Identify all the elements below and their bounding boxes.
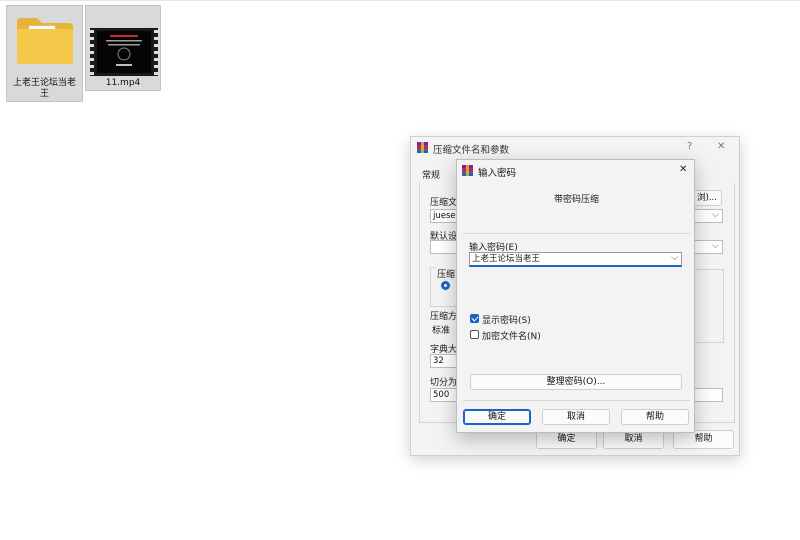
password-dialog-title: 输入密码 [478, 168, 517, 179]
password-input[interactable]: 上老王论坛当老王 ⌵ [469, 252, 682, 267]
browse-button[interactable]: 浏)... [692, 190, 722, 206]
help-glyph[interactable]: ? [687, 141, 692, 152]
format-radio[interactable] [441, 281, 450, 290]
separator-bottom [463, 400, 690, 401]
video-label: 11.mp4 [105, 78, 141, 88]
split-field-tail[interactable] [692, 388, 723, 402]
winrar-icon [462, 165, 473, 176]
chevron-down-icon: ⌵ [712, 210, 719, 220]
split-label: 切分为 [430, 378, 458, 388]
chevron-down-icon: ⌵ [712, 241, 719, 251]
desktop-video-file[interactable]: 11.mp4 [85, 5, 161, 91]
video-thumbnail-icon [90, 28, 158, 76]
show-password-label: 显示密码(S) [482, 316, 531, 326]
method-label: 压缩方 [430, 312, 458, 322]
tab-general[interactable]: 常规 [422, 168, 440, 181]
password-dialog: 输入密码 ✕ 带密码压缩 输入密码(E) 上老王论坛当老王 ⌵ 显示密码(S) … [456, 159, 695, 433]
password-heading: 带密码压缩 [553, 195, 599, 205]
desktop-folder[interactable]: 上老王论坛当老王 [6, 5, 83, 102]
organize-passwords-button[interactable]: 整理密码(O)... [470, 374, 682, 390]
top-border [0, 0, 800, 1]
back-dialog-title: 压缩文件名和参数 [433, 145, 510, 156]
method-value[interactable]: 标准 [432, 323, 450, 336]
show-password-checkbox[interactable] [470, 314, 479, 323]
folder-icon [17, 18, 73, 64]
options-group [692, 269, 724, 343]
help-button[interactable]: 帮助 [621, 409, 689, 425]
close-icon[interactable]: ✕ [679, 164, 687, 175]
encrypt-names-label: 加密文件名(N) [482, 332, 541, 342]
password-value: 上老王论坛当老王 [472, 254, 541, 264]
ok-button[interactable]: 确定 [463, 409, 531, 425]
encrypt-names-checkbox[interactable] [470, 330, 479, 339]
separator-top [463, 233, 690, 234]
archive-name-label: 压缩文 [430, 198, 458, 208]
chevron-down-icon[interactable]: ⌵ [671, 253, 678, 263]
back-close-icon[interactable]: ✕ [717, 141, 725, 152]
folder-label: 上老王论坛当老王 [12, 78, 76, 99]
winrar-icon [417, 142, 428, 153]
cancel-button[interactable]: 取消 [542, 409, 610, 425]
format-group-label: 压缩 [436, 267, 457, 280]
